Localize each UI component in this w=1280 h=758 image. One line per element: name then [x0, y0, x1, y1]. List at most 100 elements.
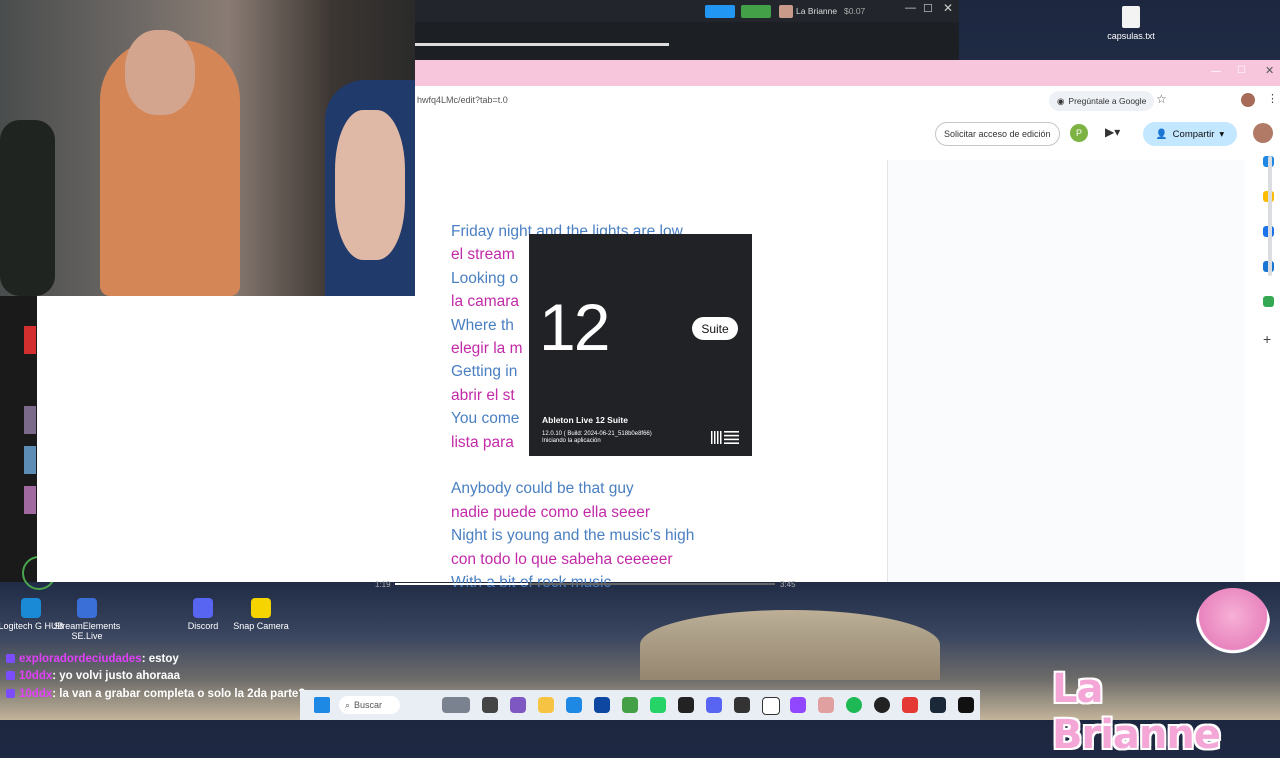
- twitch-icon[interactable]: [790, 697, 806, 713]
- chat-badge-icon: [6, 689, 15, 699]
- text-file-icon: [1122, 6, 1140, 28]
- user-name[interactable]: La Brianne: [796, 6, 837, 16]
- bookmark-star-icon[interactable]: ☆: [1156, 92, 1167, 106]
- maximize-icon[interactable]: ☐: [923, 2, 933, 15]
- document-scrollbar[interactable]: [1268, 156, 1272, 276]
- cohost-face: [335, 110, 405, 260]
- chevron-down-icon: ▾: [1219, 128, 1225, 140]
- edge-icon[interactable]: [566, 697, 582, 713]
- taskbar: ⌕ Buscar: [300, 690, 980, 720]
- snap-camera-icon: [251, 598, 271, 618]
- live-app-icon[interactable]: [678, 697, 694, 713]
- app-icon[interactable]: [818, 697, 834, 713]
- top-app-tab-indicator: [415, 43, 669, 46]
- desktop-icon-streamelements[interactable]: StreamElements SE.Live: [52, 598, 122, 641]
- copilot-icon[interactable]: [510, 697, 526, 713]
- taskbar-search[interactable]: ⌕ Buscar: [339, 696, 400, 714]
- user-avatar[interactable]: [779, 5, 793, 18]
- player-elapsed: 1:19: [375, 580, 391, 589]
- chat-username: exploradordeciudades: [19, 653, 142, 665]
- splash-edition-badge: Suite: [692, 317, 738, 340]
- chat-message: 10ddx: yo volvi justo ahoraaa: [6, 670, 180, 682]
- start-button-icon[interactable]: [314, 697, 330, 713]
- chat-badge-icon: [6, 654, 15, 664]
- background-app-strip: [0, 296, 56, 590]
- chat-text: : yo volvi justo ahoraaa: [52, 670, 181, 682]
- player-progress-fill: [395, 583, 529, 585]
- task-view-icon[interactable]: [482, 697, 498, 713]
- webcam-feed: [0, 0, 415, 296]
- lyric-line: Anybody could be that guy: [451, 480, 634, 498]
- desktop-icon-label: StreamElements SE.Live: [53, 621, 121, 641]
- desktop-icon-label: Snap Camera: [233, 621, 289, 631]
- balance: $0.07: [844, 6, 866, 16]
- mushroom-mascot-icon: [1196, 588, 1270, 658]
- add-addon-icon[interactable]: +: [1263, 331, 1271, 347]
- chat-username: 10ddx: [19, 670, 53, 682]
- close-icon[interactable]: ✕: [943, 1, 953, 15]
- lyric-line: Night is young and the music's high: [451, 527, 695, 545]
- profile-avatar[interactable]: [1241, 93, 1255, 107]
- player-total: 3:45: [780, 580, 796, 589]
- lyric-line: nadie puede como ella seeer: [451, 503, 651, 521]
- address-bar[interactable]: hwfq4LMc/edit?tab=t.0 ◉ Pregúntale a Goo…: [415, 86, 1280, 117]
- wallpaper-dome: [640, 610, 940, 680]
- collaborator-avatar[interactable]: P: [1070, 124, 1088, 142]
- player-progress-bar[interactable]: [395, 583, 775, 585]
- spotify-icon[interactable]: [846, 697, 862, 713]
- widget-icon[interactable]: [442, 697, 470, 713]
- chrome-icon[interactable]: [622, 697, 638, 713]
- share-label: Compartir: [1172, 128, 1215, 140]
- obs-icon[interactable]: [734, 697, 750, 713]
- pin-button[interactable]: [705, 5, 735, 18]
- ableton-splash: 12 Suite Ableton Live 12 Suite 12.0.10 (…: [529, 234, 752, 456]
- meet-camera-icon[interactable]: ▶︎▾: [1105, 125, 1120, 139]
- desktop-icon-snapcamera[interactable]: Snap Camera: [226, 598, 296, 631]
- app-thumbnail: [24, 486, 36, 514]
- chrome-maximize-icon[interactable]: ☐: [1237, 65, 1246, 76]
- chrome-close-icon[interactable]: ✕: [1265, 64, 1274, 77]
- logitech-icon: [21, 598, 41, 618]
- xbox-icon[interactable]: [874, 697, 890, 713]
- white-panel: [37, 296, 415, 582]
- splash-product-name: Ableton Live 12 Suite: [542, 415, 628, 425]
- unity-icon[interactable]: [762, 697, 780, 715]
- chrome-tab-bar: — ☐ ✕: [415, 60, 1280, 86]
- chrome-menu-icon[interactable]: ⋮: [1267, 92, 1278, 105]
- request-edit-button[interactable]: Solicitar acceso de edición: [935, 122, 1060, 146]
- chrome-minimize-icon[interactable]: —: [1211, 66, 1221, 77]
- ask-google-button[interactable]: ◉ Pregúntale a Google: [1049, 91, 1155, 111]
- ableton-taskbar-icon[interactable]: [958, 697, 974, 713]
- steam-icon[interactable]: [930, 697, 946, 713]
- store-icon[interactable]: [594, 697, 610, 713]
- collaborator-initial: P: [1075, 128, 1082, 138]
- streamelements-icon: [77, 598, 97, 618]
- share-button[interactable]: 👤 Compartir ▾: [1143, 122, 1237, 146]
- ableton-logo-icon: [711, 431, 739, 444]
- colorful-app-icon[interactable]: [902, 697, 918, 713]
- lyric-line: con todo lo que sabeha ceeeeer: [451, 550, 673, 568]
- splash-build: 12.0.10 ( Build: 2024-06-21_518b0e8f66): [542, 431, 652, 437]
- chat-text: : estoy: [141, 653, 179, 665]
- discord-taskbar-icon[interactable]: [706, 697, 722, 713]
- search-icon: ⌕: [345, 699, 351, 710]
- microphone: [0, 120, 55, 296]
- app-thumbnail: [24, 446, 36, 474]
- account-avatar[interactable]: [1253, 123, 1273, 143]
- desktop-file-capsulas[interactable]: capsulas.txt: [1096, 6, 1166, 41]
- file-explorer-icon[interactable]: [538, 697, 554, 713]
- app-thumbnail: [24, 326, 36, 354]
- notification-button[interactable]: [741, 5, 771, 18]
- chat-message: exploradordeciudades: estoy: [6, 653, 179, 665]
- discord-icon: [193, 598, 213, 618]
- whatsapp-icon[interactable]: [650, 697, 666, 713]
- chat-badge-icon: [6, 671, 15, 681]
- minimize-icon[interactable]: —: [905, 2, 916, 14]
- url-text[interactable]: hwfq4LMc/edit?tab=t.0: [417, 95, 508, 105]
- google-lens-icon: ◉: [1057, 95, 1065, 106]
- lyric-line: [451, 454, 694, 477]
- splash-version-number: 12: [539, 290, 610, 364]
- splash-status: Iniciando la aplicación: [542, 438, 601, 444]
- maps-icon[interactable]: [1263, 296, 1274, 307]
- taskbar-search-label: Buscar: [354, 700, 383, 710]
